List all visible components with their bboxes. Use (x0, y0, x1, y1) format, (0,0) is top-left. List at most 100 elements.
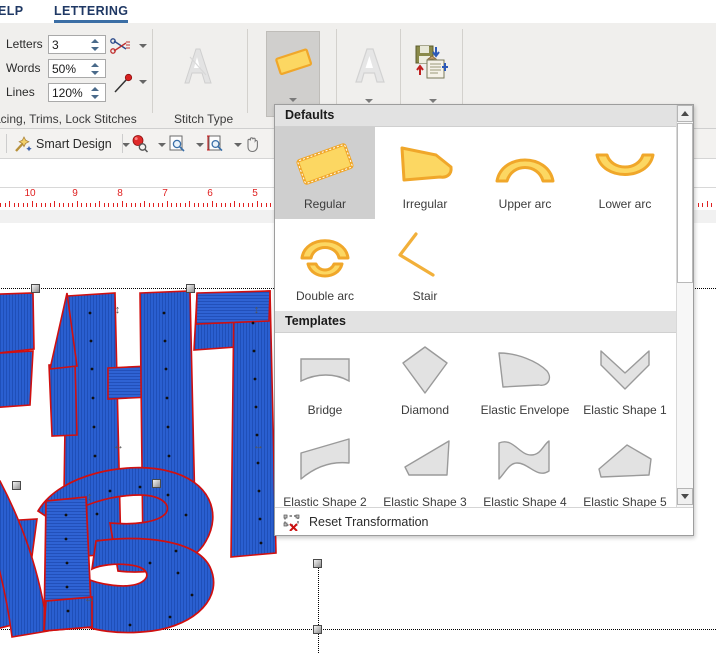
ruler-tick (702, 203, 703, 207)
ruler-tick (198, 203, 199, 207)
horizontal-resize-icon[interactable]: ↔ (112, 440, 125, 453)
vertical-spacing-icon[interactable]: ↕ (250, 304, 263, 317)
selection-handle[interactable] (12, 481, 21, 490)
ruler-tick (103, 203, 105, 207)
scroll-down-button[interactable] (677, 488, 693, 505)
chevron-down-icon[interactable] (91, 47, 99, 51)
horizontal-resize-icon[interactable]: ↔ (83, 593, 96, 606)
scroll-up-button[interactable] (677, 105, 693, 122)
scissors-icon (110, 38, 130, 54)
chevron-up-icon (681, 111, 689, 116)
gallery-item-label: Stair (412, 289, 438, 303)
selection-handle[interactable] (186, 284, 195, 293)
ruler-tick (9, 201, 10, 207)
reset-transformation-button[interactable]: Reset Transformation (275, 507, 693, 535)
ruler-tick (265, 203, 267, 207)
lock-dropdown-caret-icon[interactable] (139, 80, 147, 84)
selection-handle[interactable] (152, 479, 161, 488)
ruler-tick (166, 201, 168, 207)
words-input[interactable]: 50% (48, 59, 106, 78)
gallery-item-regular[interactable]: Regular (275, 127, 375, 219)
vertical-spacing-icon[interactable]: ↕ (111, 304, 124, 317)
glyph-B (36, 466, 215, 634)
words-stepper[interactable] (91, 60, 103, 77)
selection-handle[interactable] (313, 559, 322, 568)
ruler-tick (189, 201, 190, 207)
zoom-page-caret-icon[interactable] (196, 142, 204, 147)
letters-stepper[interactable] (91, 36, 103, 53)
vertical-spacing-icon[interactable]: ↕ (83, 491, 96, 504)
gallery-item-elastic-shape-4[interactable]: Elastic Shape 4 (475, 425, 575, 517)
gallery-item-elastic-shape-5[interactable]: Elastic Shape 5 (575, 425, 675, 517)
pan-tool-button[interactable] (244, 133, 262, 154)
gallery-item-elastic-shape-3[interactable]: Elastic Shape 3 (375, 425, 475, 517)
save-template-caret-icon[interactable] (429, 99, 437, 103)
zoom-page-button[interactable] (168, 133, 204, 154)
ruler-tick (157, 203, 159, 207)
chevron-down-icon[interactable] (91, 95, 99, 99)
trim-dropdown-caret-icon[interactable] (139, 44, 147, 48)
stitch-type-button[interactable] (170, 31, 224, 117)
ruler-tick (112, 203, 114, 207)
gallery-item-irregular[interactable]: Irregular (375, 127, 475, 219)
regular-rect-shape-icon (275, 135, 375, 193)
trim-stitches-button[interactable] (110, 37, 134, 57)
shape-dropdown-caret-icon[interactable] (289, 98, 297, 102)
hand-pan-icon (247, 136, 258, 152)
toolbar-separator-2 (122, 134, 123, 153)
diamond-shape-icon (375, 341, 475, 399)
chevron-down-icon[interactable] (91, 71, 99, 75)
ruler-tick (90, 203, 91, 207)
ruler-tick (130, 203, 132, 207)
gallery-item-label: Regular (303, 197, 347, 211)
ruler-tick (207, 203, 208, 207)
gallery-item-upper-arc[interactable]: Upper arc (475, 127, 575, 219)
chevron-up-icon[interactable] (91, 87, 99, 91)
gallery-item-diamond[interactable]: Diamond (375, 333, 475, 425)
lines-input[interactable]: 120% (48, 83, 106, 102)
gallery-item-label: Elastic Envelope (480, 403, 570, 417)
gallery-item-bridge[interactable]: Bridge (275, 333, 375, 425)
tab-lettering[interactable]: LETTERING (48, 2, 134, 23)
gallery-item-stair[interactable]: Stair (375, 219, 475, 311)
reset-transformation-label: Reset Transformation (309, 514, 429, 529)
selection-handle[interactable] (313, 625, 322, 634)
words-value: 50% (52, 62, 77, 76)
toolbar-separator-1 (6, 134, 7, 153)
lines-stepper[interactable] (91, 84, 103, 101)
lock-stitches-button[interactable] (112, 73, 134, 95)
letter-a-dropdown-caret-icon[interactable] (365, 99, 373, 103)
shape-gallery-dropdown[interactable]: Defaults Regular Irregular Upper arc Low… (274, 104, 694, 536)
ruler-tick (27, 203, 28, 207)
zoom-measure-button[interactable] (206, 133, 242, 154)
group-label-stitch-type: Stitch Type (174, 112, 234, 126)
tab-help[interactable]: ELP (0, 2, 30, 20)
zoom-measure-caret-icon[interactable] (234, 142, 242, 147)
red-ball-zoom-icon (132, 135, 149, 153)
ruler-tick (247, 203, 249, 207)
gallery-section-header-defaults: Defaults (275, 105, 693, 127)
ruler-tick (229, 203, 231, 207)
gallery-item-elastic-shape-2[interactable]: Elastic Shape 2 (275, 425, 375, 517)
ruler-tick (144, 201, 145, 207)
gallery-item-elastic-shape-1[interactable]: Elastic Shape 1 (575, 333, 675, 425)
ruler-tick (180, 203, 181, 207)
horizontal-resize-icon[interactable]: ↔ (252, 440, 265, 453)
letters-input[interactable]: 3 (48, 35, 106, 54)
gallery-scrollbar[interactable] (676, 105, 693, 535)
chevron-up-icon[interactable] (91, 63, 99, 67)
zoom-tool-caret-icon[interactable] (158, 142, 166, 147)
gallery-item-elastic-envelope[interactable]: Elastic Envelope (475, 333, 575, 425)
gallery-item-lower-arc[interactable]: Lower arc (575, 127, 675, 219)
ruler-tick (108, 203, 109, 207)
chevron-up-icon[interactable] (91, 39, 99, 43)
ruler-tick (40, 203, 42, 207)
ruler-tick (85, 203, 87, 207)
smart-design-button[interactable]: Smart Design (14, 133, 130, 154)
selection-handle[interactable] (31, 284, 40, 293)
zoom-tool-button[interactable] (130, 133, 166, 154)
ruler-label: 5 (252, 188, 258, 199)
gallery-item-double-arc[interactable]: Double arc (275, 219, 375, 311)
gallery-item-label: Upper arc (498, 197, 552, 211)
scrollbar-thumb[interactable] (677, 123, 693, 283)
